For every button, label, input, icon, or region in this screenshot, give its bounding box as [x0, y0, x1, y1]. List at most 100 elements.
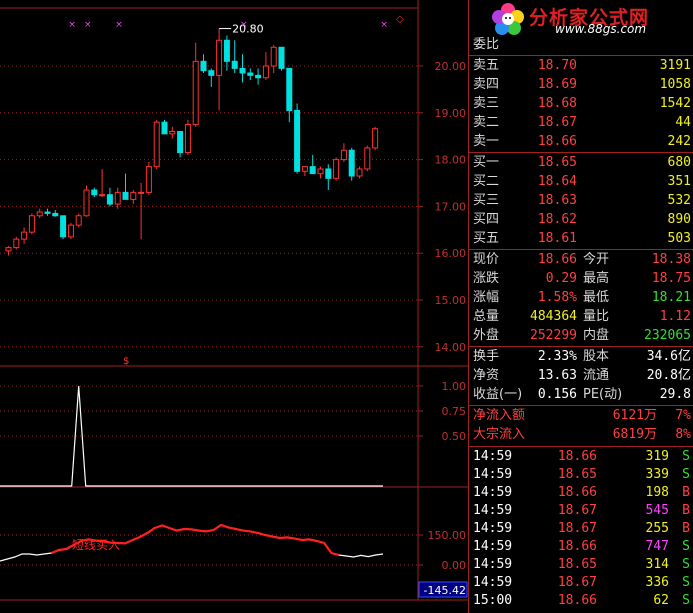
tick-side: B: [682, 503, 690, 518]
flow-row: 净流入额 6121万 7%: [469, 407, 693, 425]
stat-label: 总量: [473, 309, 500, 324]
stat-value: 232065: [644, 328, 691, 343]
sell-level-label: 卖三: [473, 96, 500, 111]
candle-body[interactable]: [223, 39, 230, 62]
tick-time: 14:59: [473, 503, 513, 518]
tick-volume: 62: [653, 593, 669, 608]
stat-label: 今开: [583, 252, 610, 267]
x-marker: ×: [380, 20, 388, 30]
tick-row: 14:59 18.65 314 S: [469, 556, 693, 574]
candle-body[interactable]: [317, 168, 324, 175]
buy-level-row: 买五 18.61 503: [469, 230, 693, 248]
stat-value: 0.29: [545, 271, 577, 286]
candle-body[interactable]: [309, 166, 316, 175]
sell-level-row: 卖三 18.68 1542: [469, 95, 693, 113]
candle-body[interactable]: [138, 191, 145, 194]
flow-percent: 8%: [675, 427, 691, 442]
sell-level-row: 卖二 18.67 44: [469, 114, 693, 132]
candle-body[interactable]: [184, 124, 191, 154]
weibi-row: 委比: [469, 36, 693, 54]
candle-body[interactable]: [21, 231, 28, 240]
candle-body[interactable]: [28, 215, 35, 233]
quote-panel: 分析家公式网 www.88gs.com 委比 卖五 18.70 3191 卖四 18.6…: [468, 0, 693, 613]
stat-value: 1.58%: [537, 290, 577, 305]
candle-body[interactable]: [286, 67, 293, 111]
tick-volume: 255: [645, 521, 669, 536]
candle-body[interactable]: [122, 191, 129, 200]
candle-body[interactable]: [239, 67, 246, 74]
candle-body[interactable]: [145, 166, 152, 193]
candle-body[interactable]: [270, 46, 277, 67]
candle-body[interactable]: [153, 121, 160, 168]
candle-body[interactable]: [216, 39, 223, 76]
candle-body[interactable]: [255, 74, 262, 79]
candle-body[interactable]: [67, 224, 74, 238]
candle-body[interactable]: [5, 247, 12, 252]
sell-level-row: 卖一 18.66 242: [469, 133, 693, 151]
candle-body[interactable]: [44, 211, 51, 214]
buy-level-price: 18.64: [537, 174, 577, 189]
candle-body[interactable]: [200, 60, 207, 72]
candle-body[interactable]: [231, 60, 238, 69]
candle-body[interactable]: [208, 70, 215, 76]
candle-body[interactable]: [13, 238, 20, 249]
fundamental-label: 净资: [473, 368, 500, 383]
candle-body[interactable]: [52, 212, 59, 217]
ind1-axis-label: 0.75: [442, 405, 467, 418]
fundamental-row: 净资 13.63 流通 20.8亿: [469, 367, 693, 385]
candle-body[interactable]: [247, 72, 254, 76]
kline-chart[interactable]: 20.00 19.00 18.00 17.00 16.00 15.00 14.00 20.80…: [0, 0, 468, 613]
candle-body[interactable]: [348, 149, 355, 177]
tick-side: B: [682, 485, 690, 500]
candle-body[interactable]: [106, 194, 113, 205]
buy-level-label: 买三: [473, 193, 500, 208]
sell-level-label: 卖二: [473, 115, 500, 130]
buy-level-row: 买一 18.65 680: [469, 154, 693, 172]
stats-row: 涨跌 0.29 最高 18.75: [469, 270, 693, 288]
candle-body[interactable]: [356, 168, 363, 177]
tick-row: 14:59 18.66 198 B: [469, 484, 693, 502]
candle-body[interactable]: [91, 189, 98, 196]
candle-body[interactable]: [169, 131, 176, 135]
candle-body[interactable]: [294, 109, 301, 172]
tick-row: 14:59 18.67 545 B: [469, 502, 693, 520]
tick-time: 14:59: [473, 521, 513, 536]
tick-price: 18.66: [557, 449, 597, 464]
candle-body[interactable]: [60, 215, 67, 238]
candle-body[interactable]: [278, 46, 285, 69]
tick-price: 18.66: [557, 485, 597, 500]
candle-body[interactable]: [262, 65, 269, 79]
stats-row: 外盘 252299 内盘 232065: [469, 327, 693, 345]
ticks-separator: [469, 446, 693, 447]
site-logo[interactable]: 分析家公式网 www.88gs.com: [469, 0, 693, 36]
buy-level-volume: 532: [667, 193, 691, 208]
candle-body[interactable]: [192, 60, 199, 125]
candle-body[interactable]: [372, 128, 379, 149]
candle-body[interactable]: [364, 147, 371, 170]
price-axis-label: 15.00: [435, 294, 467, 307]
tick-side: S: [682, 557, 690, 572]
candle-body[interactable]: [340, 149, 347, 161]
candle-body[interactable]: [325, 168, 332, 179]
buy-level-volume: 351: [667, 174, 691, 189]
candle-body[interactable]: [83, 189, 90, 217]
candle-body[interactable]: [161, 121, 168, 135]
buy-level-price: 18.61: [537, 231, 577, 246]
candle-body[interactable]: [301, 166, 308, 172]
candle-body[interactable]: [75, 215, 82, 226]
candle-body[interactable]: [177, 131, 184, 154]
tick-row: 14:59 18.66 319 S: [469, 448, 693, 466]
tick-volume: 747: [645, 539, 669, 554]
s-marker: $: [123, 356, 129, 367]
high-price-label: 20.80: [232, 23, 264, 36]
candle-body[interactable]: [36, 211, 43, 217]
tick-price: 18.66: [557, 539, 597, 554]
candle-body[interactable]: [114, 191, 121, 205]
kline-chart-area[interactable]: 20.00 19.00 18.00 17.00 16.00 15.00 14.00 20.80…: [0, 0, 468, 613]
tick-side: S: [682, 467, 690, 482]
flow-label: 净流入额: [473, 408, 526, 423]
candle-body[interactable]: [130, 191, 137, 200]
corner-diamond-icon: ◇: [396, 14, 404, 25]
candle-body[interactable]: [99, 194, 106, 197]
candle-body[interactable]: [333, 159, 340, 179]
